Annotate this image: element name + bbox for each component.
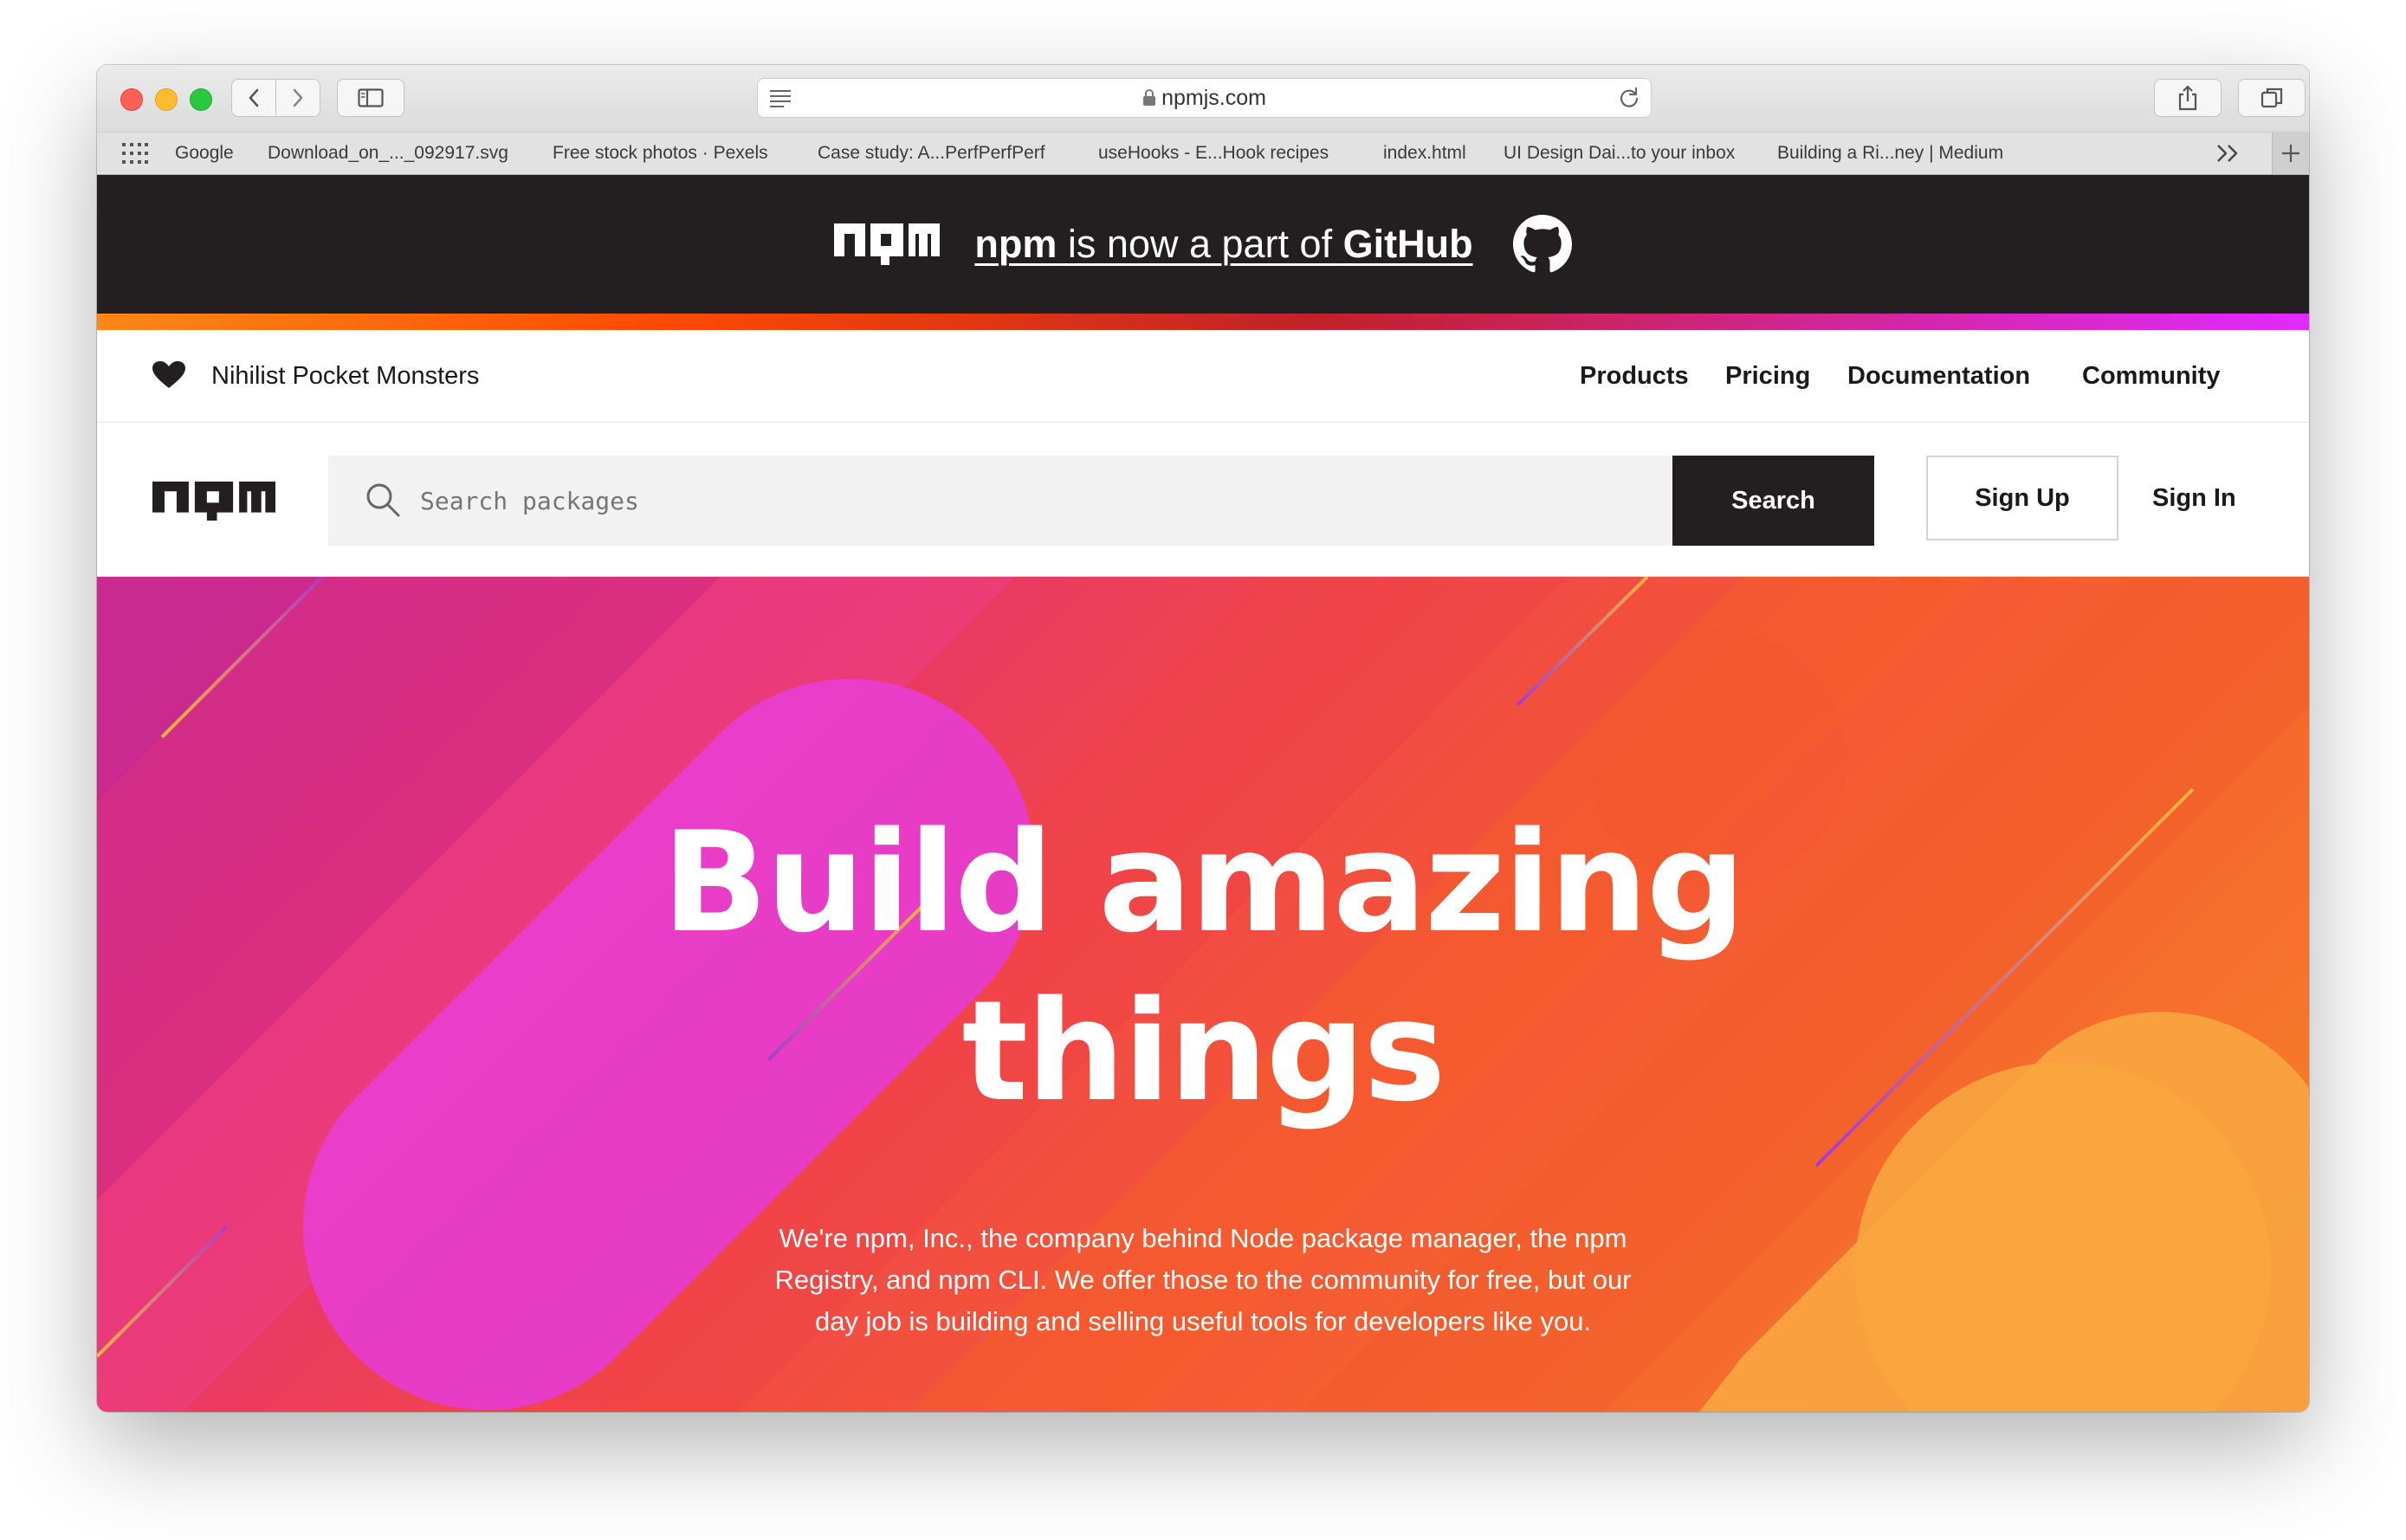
tabs-overview-icon: [2260, 87, 2283, 108]
search-button[interactable]: Search: [1672, 456, 1874, 546]
rainbow-divider: [97, 314, 2309, 330]
bookmark-pexels[interactable]: Free stock photos · Pexels: [553, 133, 768, 174]
banner-npm-text: npm: [974, 222, 1057, 266]
share-icon: [2178, 85, 2197, 111]
back-button[interactable]: [232, 80, 275, 116]
banner-github-text: GitHub: [1342, 222, 1473, 266]
hero-title-line-1: Build amazing: [662, 801, 1746, 963]
nav-products[interactable]: Products: [1580, 330, 1689, 422]
bookmark-case-study[interactable]: Case study: A...PerfPerfPerf: [818, 133, 1045, 174]
bookmark-google[interactable]: Google: [175, 133, 234, 174]
search-header: Search Sign Up Sign In: [97, 423, 2309, 577]
chevron-left-icon: [249, 88, 259, 107]
history-nav-group: [231, 79, 320, 117]
more-bookmarks-icon[interactable]: [2215, 141, 2241, 165]
github-announcement-link[interactable]: npm is now a part of GitHub: [974, 222, 1472, 267]
npm-logo[interactable]: [152, 482, 275, 521]
bookmarks-bar: Google Download_on_..._092917.svg Free s…: [97, 132, 2309, 175]
address-bar[interactable]: npmjs.com: [757, 78, 1652, 118]
minimize-window-button[interactable]: [155, 88, 178, 111]
show-tabs-button[interactable]: [2238, 79, 2306, 117]
hero-title-line-2: things: [961, 970, 1446, 1132]
nav-documentation[interactable]: Documentation: [1847, 330, 2030, 422]
url-text: npmjs.com: [1161, 86, 1266, 110]
reload-icon[interactable]: [1618, 87, 1640, 109]
bookmark-ui-design-daily[interactable]: UI Design Dai...to your inbox: [1504, 133, 1735, 174]
bookmark-download-svg[interactable]: Download_on_..._092917.svg: [268, 133, 508, 174]
new-tab-button[interactable]: [2272, 133, 2309, 174]
nav-community[interactable]: Community: [2082, 330, 2221, 422]
heart-icon: [152, 361, 185, 388]
org-nav: Nihilist Pocket Monsters Products Pricin…: [97, 330, 2309, 423]
url-display[interactable]: npmjs.com: [758, 79, 1651, 117]
chevron-right-icon: [293, 88, 303, 107]
sidebar-toggle-button[interactable]: [337, 79, 404, 117]
bookmark-index-html[interactable]: index.html: [1383, 133, 1466, 174]
banner-middle-text: is now a part of: [1057, 222, 1343, 266]
share-button[interactable]: [2154, 79, 2222, 117]
npm-logo-banner: [834, 223, 941, 265]
hero-description: We're npm, Inc., the company behind Node…: [774, 1223, 1632, 1336]
sign-up-button[interactable]: Sign Up: [1926, 456, 2118, 540]
search-icon: [366, 483, 400, 517]
lock-icon: [1143, 89, 1156, 106]
nav-pricing[interactable]: Pricing: [1725, 330, 1810, 422]
hero-title: Build amazing things: [97, 798, 2309, 1136]
apps-grid-icon[interactable]: [122, 143, 148, 164]
bookmark-usehooks[interactable]: useHooks - E...Hook recipes: [1098, 133, 1329, 174]
page-viewport: npm is now a part of GitHub Nihilist Poc…: [97, 175, 2309, 1412]
sign-in-link[interactable]: Sign In: [2152, 456, 2236, 540]
search-packages-input[interactable]: [420, 456, 1633, 546]
github-octocat-icon[interactable]: [1512, 215, 1572, 274]
search-box: [328, 456, 1673, 546]
bookmark-medium[interactable]: Building a Ri...ney | Medium: [1777, 133, 2003, 174]
browser-window: npmjs.com Google Download_on_..._092917.…: [97, 65, 2309, 1412]
hero-section: Build amazing things We're npm, Inc., th…: [97, 577, 2309, 1412]
browser-titlebar: npmjs.com: [97, 65, 2309, 132]
github-announcement-banner: npm is now a part of GitHub: [97, 175, 2309, 314]
close-window-button[interactable]: [120, 88, 143, 111]
fullscreen-window-button[interactable]: [190, 88, 212, 111]
forward-button[interactable]: [275, 80, 320, 116]
org-name-link[interactable]: Nihilist Pocket Monsters: [211, 330, 479, 422]
plus-icon: [2282, 145, 2299, 162]
sidebar-icon: [358, 88, 384, 107]
